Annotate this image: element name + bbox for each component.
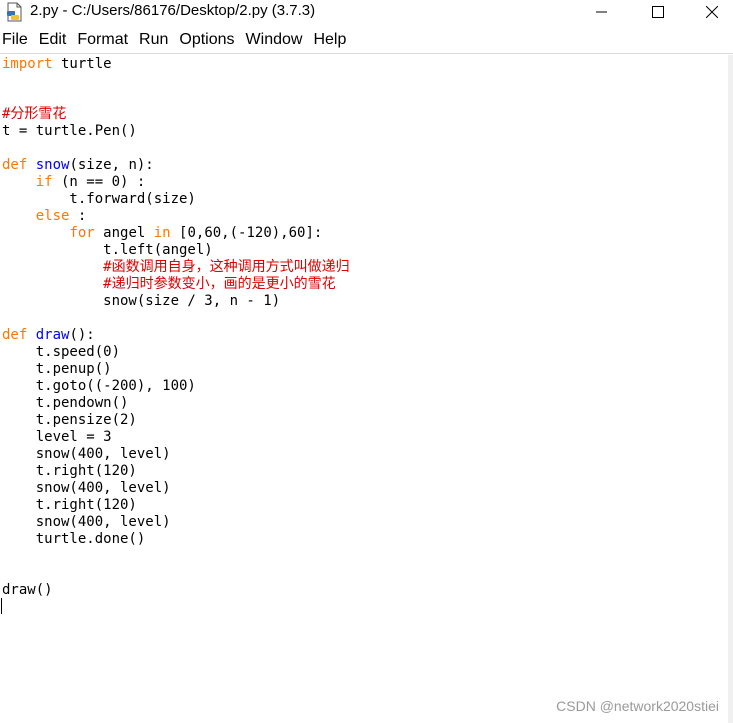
function-name: draw xyxy=(35,327,70,343)
code-text: t.right(120) xyxy=(2,463,137,479)
code-line-1: import turtle xyxy=(2,56,112,73)
code-text: t.speed(0) xyxy=(2,344,121,360)
menu-window[interactable]: Window xyxy=(246,31,303,49)
code-text: : xyxy=(69,208,87,224)
code-text: t = turtle.Pen() xyxy=(2,123,137,139)
code-line-13: def draw(): xyxy=(2,327,95,344)
code-line-17: t.pendown() xyxy=(2,395,129,412)
title-bar: 2.py - C:/Users/86176/Desktop/2.py (3.7.… xyxy=(0,0,733,24)
code-line-7: else : xyxy=(2,208,87,225)
text-cursor xyxy=(1,598,2,614)
menu-options[interactable]: Options xyxy=(179,31,234,49)
code-text: [0,60,(-120),60]: xyxy=(170,225,323,241)
comment: #递归时参数变小，画的是更小的雪花 xyxy=(103,276,336,292)
menu-format[interactable]: Format xyxy=(77,31,128,49)
keyword: if xyxy=(35,174,53,190)
menu-divider xyxy=(0,53,733,54)
code-text: t.pensize(2) xyxy=(2,412,137,428)
code-line-11: #递归时参数变小，画的是更小的雪花 xyxy=(2,276,336,293)
code-line-22: snow(400, level) xyxy=(2,480,171,497)
code-line-16: t.goto((-200), 100) xyxy=(2,378,196,395)
code-text: t.goto((-200), 100) xyxy=(2,378,196,394)
code-text: snow(400, level) xyxy=(2,446,171,462)
python-file-icon xyxy=(6,2,24,22)
code-line-14: t.speed(0) xyxy=(2,344,120,361)
code-line-6: t.forward(size) xyxy=(2,191,196,208)
code-line-2: #分形雪花 xyxy=(2,106,66,123)
keyword: else xyxy=(35,208,70,224)
keyword: def xyxy=(2,327,28,343)
code-text: (n == 0) : xyxy=(52,174,146,190)
comment: #分形雪花 xyxy=(2,106,67,122)
keyword: import xyxy=(2,56,53,72)
window-title: 2.py - C:/Users/86176/Desktop/2.py (3.7.… xyxy=(30,2,316,19)
code-line-20: snow(400, level) xyxy=(2,446,171,463)
maximize-button[interactable] xyxy=(635,0,681,24)
minimize-button[interactable] xyxy=(579,0,625,24)
code-line-18: t.pensize(2) xyxy=(2,412,137,429)
code-text: turtle.done() xyxy=(2,531,146,547)
code-line-15: t.penup() xyxy=(2,361,112,378)
code-line-3: t = turtle.Pen() xyxy=(2,123,137,140)
watermark: CSDN @network2020stiei xyxy=(556,698,719,714)
keyword: in xyxy=(153,225,171,241)
code-text: t.pendown() xyxy=(2,395,129,411)
code-text: t.penup() xyxy=(2,361,112,377)
code-text: snow(400, level) xyxy=(2,480,171,496)
code-text: angel xyxy=(94,225,154,241)
menu-help[interactable]: Help xyxy=(313,31,346,49)
code-line-23: t.right(120) xyxy=(2,497,137,514)
code-line-5: if (n == 0) : xyxy=(2,174,146,191)
keyword: for xyxy=(69,225,95,241)
code-text: snow(400, level) xyxy=(2,514,171,530)
code-line-25: turtle.done() xyxy=(2,531,146,548)
code-line-9: t.left(angel) xyxy=(2,242,213,259)
menu-edit[interactable]: Edit xyxy=(39,31,67,49)
vertical-scrollbar[interactable] xyxy=(728,55,733,723)
code-text: t.forward(size) xyxy=(2,191,196,207)
code-text: draw() xyxy=(2,582,53,598)
code-text: (size, n): xyxy=(69,157,154,173)
code-line-8: for angel in [0,60,(-120),60]: xyxy=(2,225,322,242)
code-line-4: def snow(size, n): xyxy=(2,157,154,174)
code-text: turtle xyxy=(52,56,112,72)
code-line-19: level = 3 xyxy=(2,429,112,446)
menu-bar: File Edit Format Run Options Window Help xyxy=(0,29,733,51)
function-name: snow xyxy=(35,157,70,173)
code-line-24: snow(400, level) xyxy=(2,514,171,531)
code-line-21: t.right(120) xyxy=(2,463,137,480)
keyword: def xyxy=(2,157,28,173)
menu-run[interactable]: Run xyxy=(139,31,168,49)
code-text: (): xyxy=(69,327,95,343)
code-text: snow(size / 3, n - 1) xyxy=(2,293,281,309)
code-line-26: draw() xyxy=(2,582,53,599)
close-button[interactable] xyxy=(689,0,733,24)
comment: #函数调用自身，这种调用方式叫做递归 xyxy=(103,259,350,275)
code-line-10: #函数调用自身，这种调用方式叫做递归 xyxy=(2,259,350,276)
menu-file[interactable]: File xyxy=(2,31,28,49)
code-line-12: snow(size / 3, n - 1) xyxy=(2,293,280,310)
code-text: t.right(120) xyxy=(2,497,137,513)
code-text: t.left(angel) xyxy=(2,242,213,258)
code-text: level = 3 xyxy=(2,429,112,445)
